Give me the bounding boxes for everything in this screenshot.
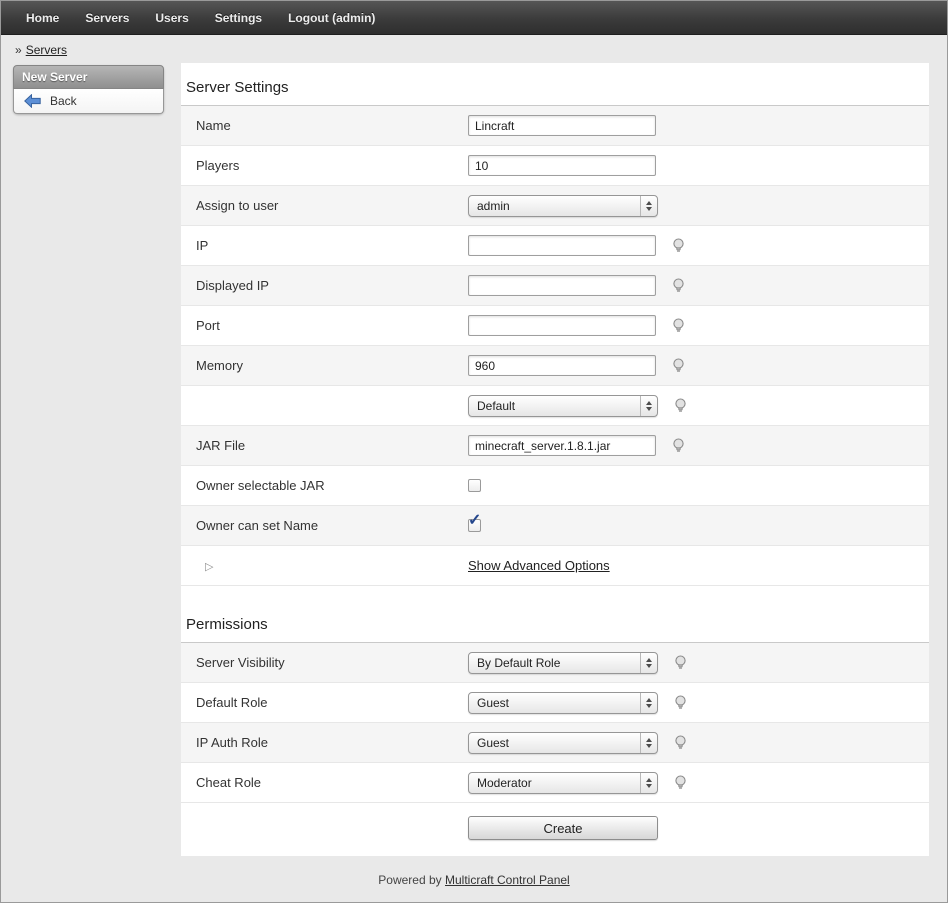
select-arrows-icon bbox=[640, 196, 657, 216]
field-label: Port bbox=[181, 318, 468, 333]
form-row: IP Auth RoleGuest bbox=[181, 723, 929, 763]
form-area: Server Settings Name Players Assign to user… bbox=[181, 63, 929, 803]
expand-triangle-icon[interactable]: ▷ bbox=[196, 560, 213, 573]
help-bulb-icon[interactable] bbox=[670, 237, 687, 254]
sidebar-item-back[interactable]: Back bbox=[13, 89, 164, 114]
memory-input[interactable] bbox=[468, 355, 656, 376]
select-value: admin bbox=[469, 199, 640, 213]
nav-item-home[interactable]: Home bbox=[13, 1, 72, 35]
form-row: Players bbox=[181, 146, 929, 186]
form-row: Default bbox=[181, 386, 929, 426]
select-value: Moderator bbox=[469, 776, 640, 790]
field-label: Owner can set Name bbox=[181, 518, 468, 533]
section-title: Server Settings bbox=[181, 63, 929, 106]
field-label: Cheat Role bbox=[181, 775, 468, 790]
cheat-role-select[interactable]: Moderator bbox=[468, 772, 658, 794]
owner-selectable-jar-checkbox[interactable] bbox=[468, 479, 481, 492]
default-select[interactable]: Default bbox=[468, 395, 658, 417]
help-bulb-icon[interactable] bbox=[672, 654, 689, 671]
nav-item-users[interactable]: Users bbox=[142, 1, 201, 35]
form-row: Default RoleGuest bbox=[181, 683, 929, 723]
show-advanced-options-link[interactable]: Show Advanced Options bbox=[468, 558, 610, 573]
select-arrows-icon bbox=[640, 773, 657, 793]
form-row: Displayed IP bbox=[181, 266, 929, 306]
sidebar: New Server Back bbox=[13, 65, 164, 114]
select-value: Guest bbox=[469, 736, 640, 750]
select-value: By Default Role bbox=[469, 656, 640, 670]
main-content: Server Settings Name Players Assign to user… bbox=[181, 63, 929, 856]
help-bulb-icon[interactable] bbox=[672, 734, 689, 751]
field-label: IP bbox=[181, 238, 468, 253]
sidebar-item-label: Back bbox=[50, 94, 77, 108]
footer-text: Powered by bbox=[378, 873, 441, 887]
sidebar-title: New Server bbox=[13, 65, 164, 89]
breadcrumb: » Servers bbox=[1, 35, 947, 63]
form-row: Port bbox=[181, 306, 929, 346]
back-arrow-icon bbox=[24, 94, 41, 108]
nav-item-settings[interactable]: Settings bbox=[202, 1, 275, 35]
field-label: IP Auth Role bbox=[181, 735, 468, 750]
form-row: Server VisibilityBy Default Role bbox=[181, 643, 929, 683]
default-role-select[interactable]: Guest bbox=[468, 692, 658, 714]
nav-item-servers[interactable]: Servers bbox=[72, 1, 142, 35]
port-input[interactable] bbox=[468, 315, 656, 336]
field-label: Memory bbox=[181, 358, 468, 373]
select-value: Default bbox=[469, 399, 640, 413]
breadcrumb-link-servers[interactable]: Servers bbox=[26, 43, 67, 57]
select-arrows-icon bbox=[640, 653, 657, 673]
form-row: Cheat RoleModerator bbox=[181, 763, 929, 803]
name-input[interactable] bbox=[468, 115, 656, 136]
jar-file-input[interactable] bbox=[468, 435, 656, 456]
help-bulb-icon[interactable] bbox=[670, 357, 687, 374]
field-label: Assign to user bbox=[181, 198, 468, 213]
assign-to-user-select[interactable]: admin bbox=[468, 195, 658, 217]
form-row: IP bbox=[181, 226, 929, 266]
players-input[interactable] bbox=[468, 155, 656, 176]
top-nav: HomeServersUsersSettingsLogout (admin) bbox=[1, 1, 947, 35]
ip-input[interactable] bbox=[468, 235, 656, 256]
server-visibility-select[interactable]: By Default Role bbox=[468, 652, 658, 674]
help-bulb-icon[interactable] bbox=[672, 694, 689, 711]
help-bulb-icon[interactable] bbox=[670, 437, 687, 454]
field-label: ▷ bbox=[181, 558, 468, 573]
help-bulb-icon[interactable] bbox=[670, 317, 687, 334]
nav-item-logout-admin[interactable]: Logout (admin) bbox=[275, 1, 388, 35]
field-label: Players bbox=[181, 158, 468, 173]
ip-auth-role-select[interactable]: Guest bbox=[468, 732, 658, 754]
footer-link-multicraft[interactable]: Multicraft Control Panel bbox=[445, 873, 570, 887]
check-mark-icon: ✓ bbox=[468, 513, 481, 529]
form-row: JAR File bbox=[181, 426, 929, 466]
select-arrows-icon bbox=[640, 396, 657, 416]
footer: Powered by Multicraft Control Panel bbox=[1, 856, 947, 887]
form-row: ▷ Show Advanced Options bbox=[181, 546, 929, 586]
form-row: Assign to useradmin bbox=[181, 186, 929, 226]
create-row: Create bbox=[181, 803, 929, 840]
select-arrows-icon bbox=[640, 733, 657, 753]
field-label: Name bbox=[181, 118, 468, 133]
form-row: Owner can set Name✓ bbox=[181, 506, 929, 546]
field-label: Displayed IP bbox=[181, 278, 468, 293]
form-row: Memory bbox=[181, 346, 929, 386]
breadcrumb-symbol: » bbox=[15, 43, 22, 57]
displayed-ip-input[interactable] bbox=[468, 275, 656, 296]
help-bulb-icon[interactable] bbox=[672, 397, 689, 414]
field-label: Owner selectable JAR bbox=[181, 478, 468, 493]
form-row: Name bbox=[181, 106, 929, 146]
field-label: JAR File bbox=[181, 438, 468, 453]
section-title: Permissions bbox=[181, 586, 929, 643]
field-label: Default Role bbox=[181, 695, 468, 710]
create-button[interactable]: Create bbox=[468, 816, 658, 840]
page: HomeServersUsersSettingsLogout (admin) »… bbox=[0, 0, 948, 903]
field-label: Server Visibility bbox=[181, 655, 468, 670]
help-bulb-icon[interactable] bbox=[672, 774, 689, 791]
owner-can-set-name-checkbox[interactable]: ✓ bbox=[468, 519, 481, 532]
help-bulb-icon[interactable] bbox=[670, 277, 687, 294]
select-arrows-icon bbox=[640, 693, 657, 713]
form-row: Owner selectable JAR bbox=[181, 466, 929, 506]
select-value: Guest bbox=[469, 696, 640, 710]
